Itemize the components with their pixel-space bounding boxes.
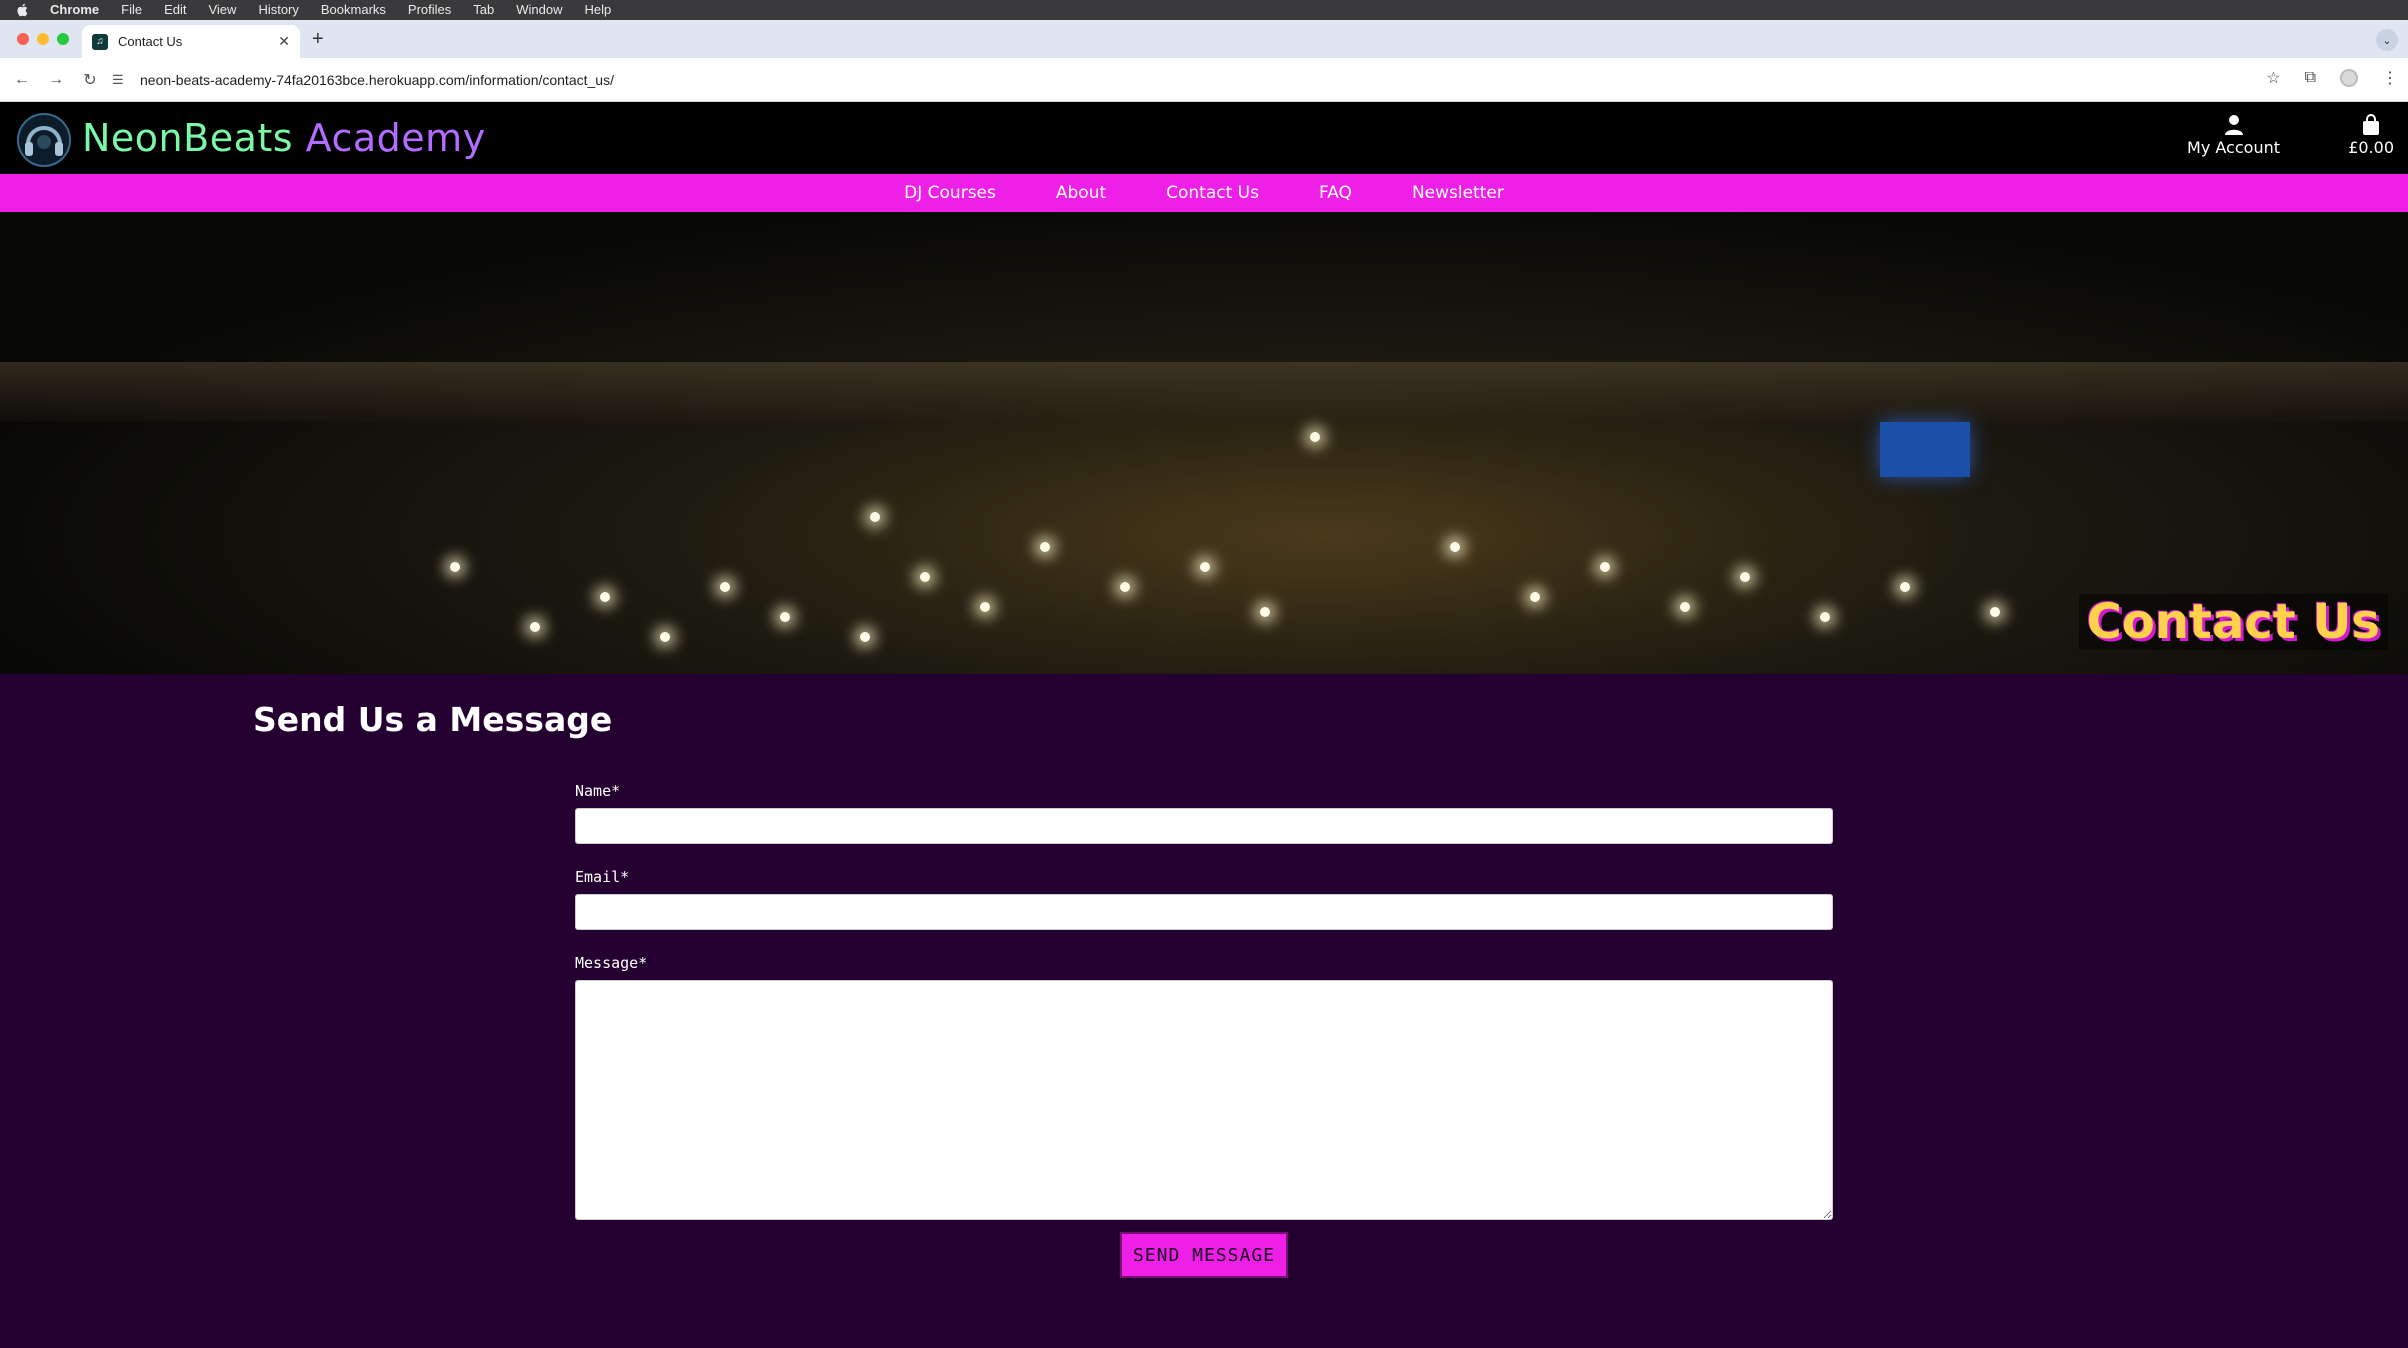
hero-banner: Contact Us: [0, 212, 2408, 674]
menu-window[interactable]: Window: [516, 0, 562, 20]
contact-form: Name* Email* Message*: [575, 782, 1833, 1225]
brand-name-part1: NeonBeats: [82, 116, 294, 160]
bookmark-star-icon[interactable]: ☆: [2266, 68, 2280, 88]
main-nav: DJ Courses About Contact Us FAQ Newslett…: [0, 174, 2408, 212]
window-controls: [17, 33, 69, 45]
message-label: Message*: [575, 954, 648, 972]
email-label: Email*: [575, 868, 630, 886]
name-field[interactable]: [575, 808, 1833, 844]
forward-arrow-icon[interactable]: →: [44, 68, 68, 92]
new-tab-icon[interactable]: +: [312, 28, 324, 51]
zoom-window-button[interactable]: [57, 33, 69, 45]
tab-title: Contact Us: [118, 34, 183, 49]
my-account-label: My Account: [2187, 138, 2280, 157]
my-account-link[interactable]: My Account: [2187, 114, 2280, 157]
name-label: Name*: [575, 782, 621, 800]
close-window-button[interactable]: [17, 33, 29, 45]
menu-view[interactable]: View: [208, 0, 236, 20]
stage-screen-decoration: [1880, 422, 1970, 477]
reload-icon[interactable]: ↻: [78, 68, 102, 92]
shopping-bag-icon: [2363, 114, 2380, 135]
brand-name-part2: Academy: [305, 116, 486, 160]
user-icon: [2224, 115, 2243, 135]
menu-app-name[interactable]: Chrome: [50, 0, 99, 20]
menu-edit[interactable]: Edit: [164, 0, 186, 20]
contact-section: Send Us a Message Name* Email* Message* …: [0, 674, 2408, 1348]
chrome-menu-icon[interactable]: ⋮: [2382, 68, 2398, 88]
nav-newsletter[interactable]: Newsletter: [1412, 183, 1504, 203]
email-field[interactable]: [575, 894, 1833, 930]
minimize-window-button[interactable]: [37, 33, 49, 45]
menu-file[interactable]: File: [121, 0, 142, 20]
send-message-button[interactable]: SEND MESSAGE: [1120, 1232, 1288, 1278]
profile-avatar-icon[interactable]: [2340, 69, 2358, 87]
site-favicon-icon: ♫: [92, 33, 108, 50]
cart-total: £0.00: [2348, 138, 2394, 157]
os-menubar: Chrome File Edit View History Bookmarks …: [0, 0, 2408, 20]
menu-help[interactable]: Help: [585, 0, 612, 20]
menu-tab[interactable]: Tab: [473, 0, 494, 20]
hero-title: Contact Us: [2078, 594, 2388, 650]
nav-dj-courses[interactable]: DJ Courses: [904, 183, 996, 203]
menu-history[interactable]: History: [258, 0, 298, 20]
url-text: neon-beats-academy-74fa20163bce.herokuap…: [140, 72, 614, 88]
nav-faq[interactable]: FAQ: [1319, 183, 1352, 203]
browser-toolbar: ← → ↻ ☰ neon-beats-academy-74fa20163bce.…: [0, 58, 2408, 102]
site-header: NeonBeats Academy My Account £0.00: [0, 102, 2408, 174]
hero-background-image: [0, 362, 2408, 422]
apple-icon[interactable]: [16, 3, 30, 17]
cart-link[interactable]: £0.00: [2348, 114, 2394, 157]
nav-about[interactable]: About: [1056, 183, 1106, 203]
nav-contact-us[interactable]: Contact Us: [1166, 183, 1259, 203]
menu-profiles[interactable]: Profiles: [408, 0, 451, 20]
site-info-icon[interactable]: ☰: [112, 72, 128, 88]
menu-bookmarks[interactable]: Bookmarks: [321, 0, 386, 20]
close-tab-icon[interactable]: ✕: [278, 33, 290, 50]
browser-tabstrip: ♫ Contact Us ✕ + ⌄: [0, 20, 2408, 58]
headphones-logo-icon[interactable]: [16, 112, 72, 168]
back-arrow-icon[interactable]: ←: [10, 68, 34, 92]
browser-tab-active[interactable]: ♫ Contact Us ✕: [82, 25, 300, 58]
site-brand[interactable]: NeonBeats Academy: [82, 116, 486, 160]
form-heading: Send Us a Message: [253, 700, 613, 739]
message-field[interactable]: [575, 980, 1833, 1220]
address-bar[interactable]: ☰ neon-beats-academy-74fa20163bce.heroku…: [112, 64, 2288, 96]
tab-search-chevron-icon[interactable]: ⌄: [2376, 29, 2398, 51]
extensions-puzzle-icon[interactable]: ⧉: [2305, 69, 2316, 87]
